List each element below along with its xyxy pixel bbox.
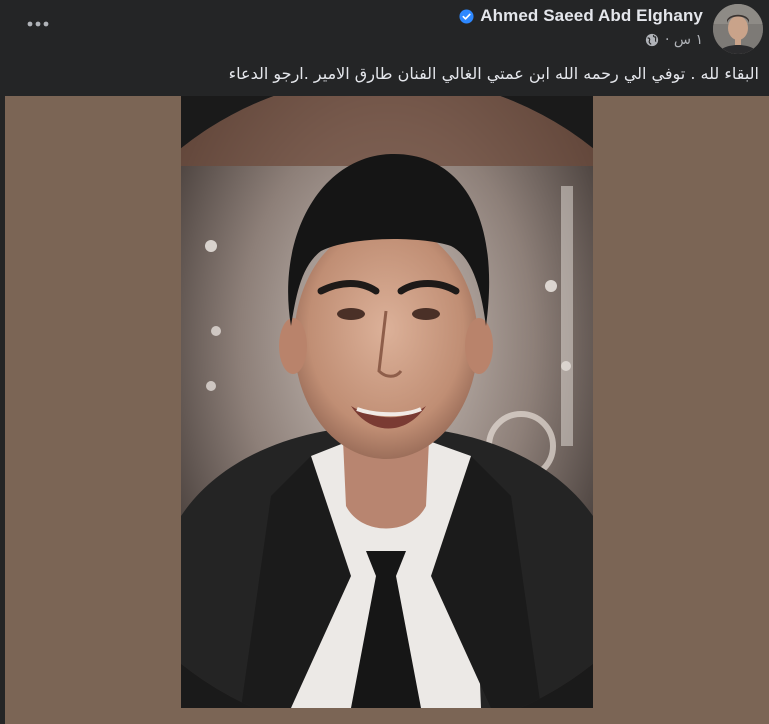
- globe-icon[interactable]: [645, 33, 659, 47]
- author-avatar[interactable]: [713, 4, 763, 54]
- author-row: Ahmed Saeed Abd Elghany: [459, 6, 703, 26]
- post-timestamp[interactable]: ١ س ·: [665, 32, 703, 48]
- author-name[interactable]: Ahmed Saeed Abd Elghany: [480, 6, 703, 26]
- post-media[interactable]: [5, 96, 769, 724]
- post-meta: ١ س ·: [645, 32, 703, 48]
- verified-badge-icon: [459, 8, 474, 24]
- post-header: Ahmed Saeed Abd Elghany ١ س ·: [0, 0, 769, 58]
- more-options-icon: [27, 21, 49, 27]
- facebook-post: Ahmed Saeed Abd Elghany ١ س · البقاء لله…: [0, 0, 769, 724]
- avatar-image: [713, 4, 763, 54]
- more-options-button[interactable]: [24, 10, 52, 38]
- post-caption: البقاء لله . توفي الي رحمه الله ابن عمتي…: [228, 64, 759, 83]
- portrait-photo: [181, 96, 593, 708]
- post-photo[interactable]: [181, 96, 593, 708]
